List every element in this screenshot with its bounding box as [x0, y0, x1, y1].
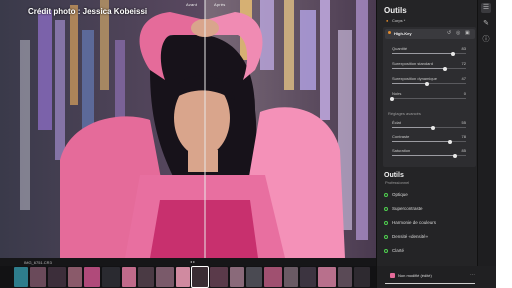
slider-fill — [392, 83, 427, 84]
slider-value: 0 — [463, 91, 466, 96]
before-label: Avant — [186, 2, 198, 7]
preset-item[interactable]: Harmonie de couleurs — [392, 220, 436, 225]
filmstrip-thumbnail[interactable] — [48, 267, 66, 287]
slider-fill — [392, 68, 446, 69]
slider-label: Éclat — [392, 120, 401, 125]
preset-icon — [384, 206, 388, 211]
filmstrip-thumbnail[interactable] — [102, 267, 120, 287]
slider-label: Contraste — [392, 134, 410, 139]
slider-knob[interactable] — [430, 125, 435, 130]
preset-icon — [384, 192, 388, 197]
filmstrip-thumbnail[interactable] — [210, 267, 228, 287]
filmstrip-thumbnail[interactable] — [191, 266, 209, 288]
advanced-section-label: Réglages avancés — [388, 111, 421, 116]
slider-fill — [392, 53, 454, 54]
panel-title: Outils — [384, 6, 407, 15]
section-body[interactable]: Corps * — [392, 18, 405, 23]
sliders-icon[interactable]: ☰ — [481, 3, 491, 13]
slider-value: 78 — [461, 134, 466, 139]
visibility-icon[interactable]: ◎ — [456, 30, 460, 36]
filmstrip-thumbnail[interactable] — [318, 267, 336, 287]
slider-value: 83 — [461, 46, 466, 51]
slider-fill — [392, 141, 450, 142]
filmstrip-thumbnail[interactable] — [284, 267, 298, 287]
status-progress-fill — [385, 283, 475, 284]
slider-fill — [392, 155, 455, 156]
status-progress-track — [385, 283, 475, 284]
page-margin — [496, 0, 512, 288]
status-text: Non modifié (édité) — [398, 273, 432, 278]
preset-item[interactable]: Densité «densité» — [392, 234, 428, 239]
preset-icon — [384, 248, 388, 253]
preset-item[interactable]: Clarté — [392, 248, 404, 253]
filmstrip-filename: IMG_6751.CR3 — [24, 260, 52, 265]
pro-label: Professionnel — [385, 180, 410, 185]
after-label: Après — [214, 2, 226, 7]
brush-icon[interactable]: ✎ — [481, 19, 491, 29]
info-icon[interactable]: ⓘ — [481, 35, 491, 45]
slider-knob[interactable] — [452, 153, 457, 158]
slider-track[interactable] — [392, 66, 466, 71]
slider-label: Quantité — [392, 46, 408, 51]
filmstrip-nav-icon[interactable]: ◂ ▸ — [190, 259, 195, 264]
layer-menu-icon[interactable]: ▣ — [465, 30, 470, 36]
filmstrip-thumbnail[interactable] — [84, 267, 100, 287]
slider-knob[interactable] — [390, 96, 394, 101]
slider-track[interactable] — [392, 51, 466, 56]
tools-section-title: Outils — [384, 172, 404, 179]
slider-track[interactable] — [392, 139, 466, 144]
filmstrip-thumbnail[interactable] — [138, 267, 154, 287]
filmstrip-thumbnail[interactable] — [338, 267, 352, 287]
photo-canvas[interactable]: Crédit photo : Jessica Kobeissi Avant Ap… — [0, 0, 376, 258]
filmstrip-thumbnail[interactable] — [230, 267, 244, 287]
layer-name: High-Key — [394, 31, 412, 36]
slider-knob[interactable] — [424, 81, 429, 86]
filmstrip-thumbnail[interactable] — [264, 267, 282, 287]
preset-icon — [384, 220, 388, 225]
slider-label: Surexposition standard — [392, 61, 433, 66]
slider-knob[interactable] — [443, 66, 448, 71]
slider-value: 72 — [461, 61, 466, 66]
filmstrip-thumbnail[interactable] — [354, 267, 370, 287]
filmstrip[interactable] — [0, 266, 376, 288]
slider-track[interactable] — [392, 81, 466, 86]
status-menu-icon[interactable]: ⋯ — [470, 272, 475, 278]
slider-label: Saturation — [392, 148, 411, 153]
slider-track[interactable] — [392, 125, 466, 130]
slider-value: 85 — [461, 148, 466, 153]
slider-track[interactable] — [392, 153, 466, 158]
filmstrip-thumbnail[interactable] — [176, 267, 190, 287]
preset-item[interactable]: Optique — [392, 192, 408, 197]
filmstrip-thumbnail[interactable] — [14, 267, 28, 287]
filmstrip-thumbnail[interactable] — [30, 267, 46, 287]
slider-value: 47 — [461, 76, 466, 81]
slider-knob[interactable] — [447, 139, 452, 144]
slider-value: 55 — [461, 120, 466, 125]
filmstrip-thumbnail[interactable] — [300, 267, 316, 287]
filmstrip-thumbnail[interactable] — [122, 267, 136, 287]
slider-label: Surexposition dynamique — [392, 76, 437, 81]
reset-icon[interactable]: ↺ — [447, 30, 451, 36]
section-body-icon: ● — [386, 18, 389, 23]
photo-image — [0, 0, 376, 258]
photo-credit: Crédit photo : Jessica Kobeissi — [28, 7, 148, 16]
filmstrip-thumbnail[interactable] — [68, 267, 82, 287]
filmstrip-thumbnail[interactable] — [156, 267, 174, 287]
slider-label: Noirs — [392, 91, 402, 96]
slider-track[interactable] — [390, 96, 466, 101]
layer-color-dot — [388, 31, 391, 34]
status-icon — [390, 273, 395, 278]
preset-icon — [384, 234, 388, 239]
slider-fill — [392, 127, 433, 128]
preset-item[interactable]: Supercontraste — [392, 206, 423, 211]
filmstrip-thumbnail[interactable] — [246, 267, 262, 287]
